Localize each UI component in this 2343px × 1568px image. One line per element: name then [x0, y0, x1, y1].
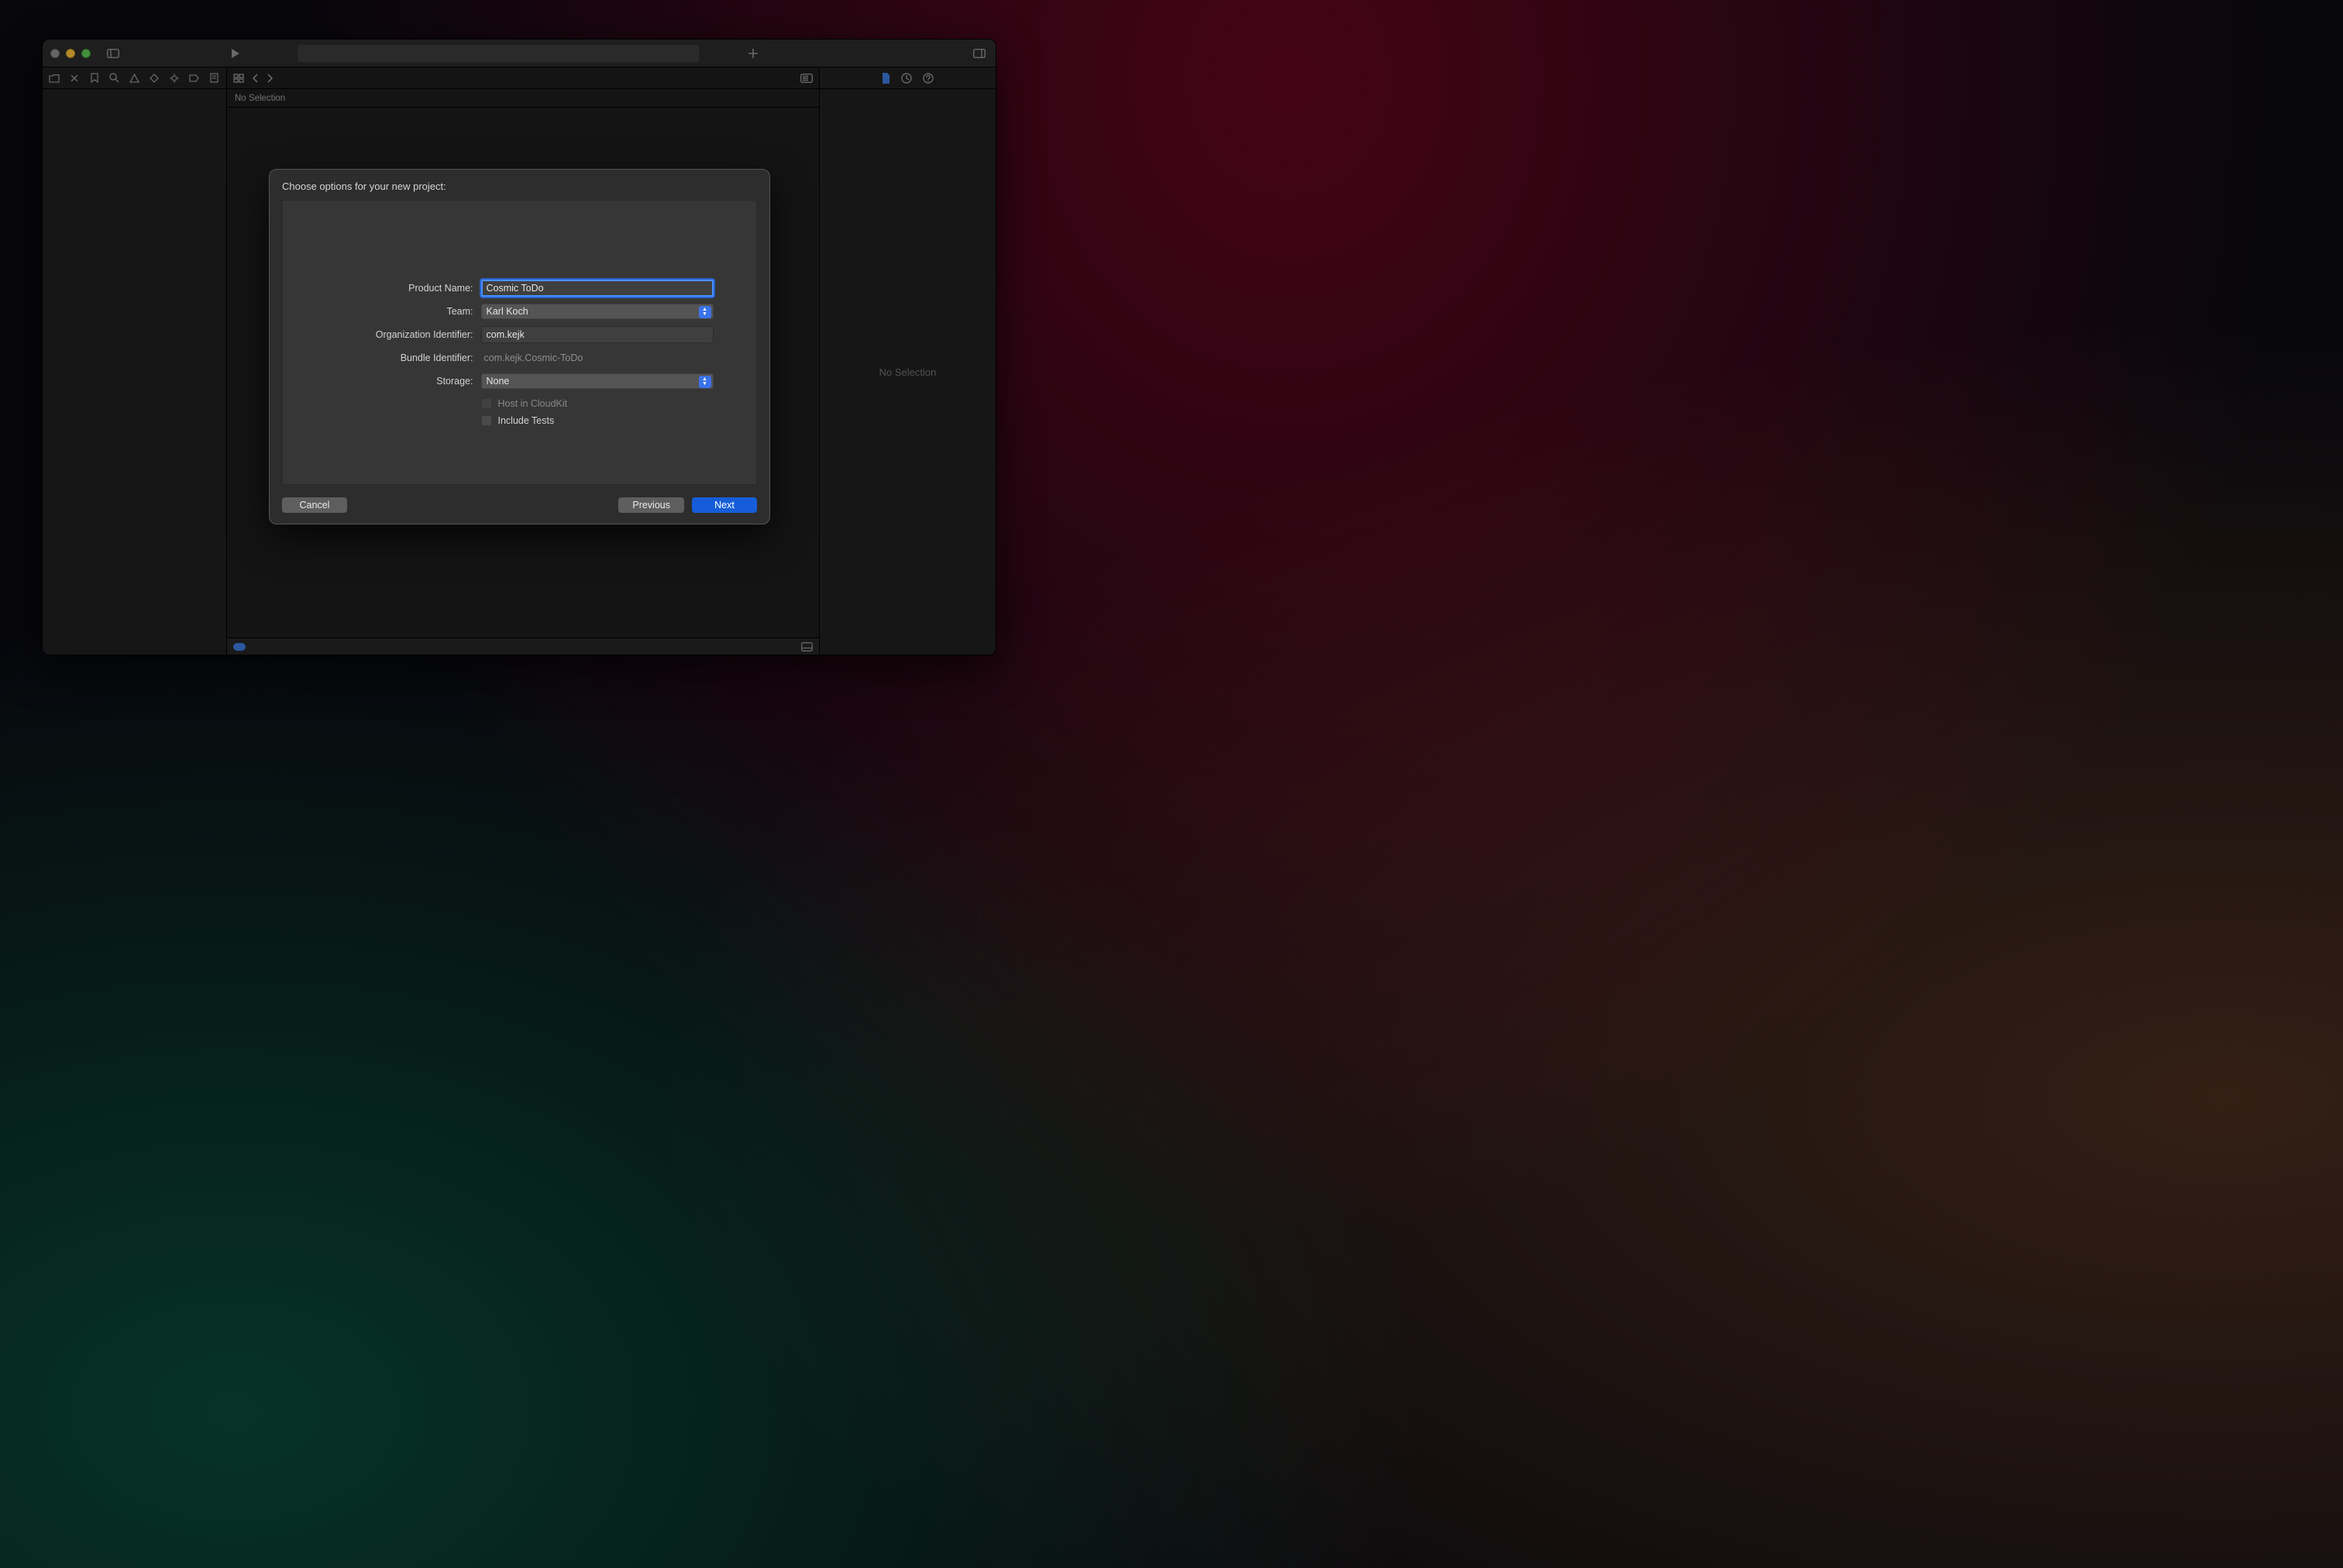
jump-bar[interactable]: No Selection [227, 89, 819, 108]
window-traffic-lights [50, 49, 91, 58]
filter-debug-icon[interactable] [233, 643, 246, 651]
team-popup-value: Karl Koch [487, 306, 528, 317]
inspector-empty-state: No Selection [820, 89, 996, 655]
product-name-field[interactable] [481, 280, 714, 297]
run-button-icon[interactable] [227, 45, 244, 62]
close-window-button[interactable] [50, 49, 60, 58]
next-button-label: Next [714, 500, 735, 511]
file-inspector-icon[interactable] [882, 73, 890, 84]
host-in-cloudkit-checkbox [481, 398, 492, 409]
source-control-navigator-icon[interactable] [69, 72, 81, 84]
include-tests-label: Include Tests [498, 415, 555, 426]
library-icon[interactable] [971, 45, 988, 62]
project-navigator-icon[interactable] [49, 72, 60, 84]
inspector-tabs [820, 67, 996, 89]
product-name-label: Product Name: [326, 283, 481, 294]
org-id-field[interactable] [481, 326, 714, 343]
history-inspector-icon[interactable] [901, 73, 912, 84]
cancel-button[interactable]: Cancel [282, 497, 347, 513]
sheet-title: Choose options for your new project: [282, 181, 757, 192]
bookmarks-navigator-icon[interactable] [89, 72, 101, 84]
host-in-cloudkit-label: Host in CloudKit [498, 398, 568, 409]
sheet-button-row: Cancel Previous Next [282, 485, 757, 513]
navigator-pane [43, 67, 227, 655]
debug-bar [227, 638, 819, 655]
toggle-navigator-icon[interactable] [105, 45, 122, 62]
zoom-window-button[interactable] [81, 49, 91, 58]
next-button[interactable]: Next [692, 497, 757, 513]
jump-bar-text: No Selection [235, 94, 285, 103]
org-id-label: Organization Identifier: [326, 329, 481, 340]
test-navigator-icon[interactable] [149, 72, 160, 84]
previous-button-label: Previous [632, 500, 670, 511]
cancel-button-label: Cancel [300, 500, 330, 511]
related-items-icon[interactable] [233, 74, 244, 83]
report-navigator-icon[interactable] [208, 72, 220, 84]
popup-arrows-icon: ▲▼ [699, 376, 711, 388]
inspector-pane: No Selection [819, 67, 996, 655]
sheet-body: Product Name: Team: Karl Koch ▲▼ Organiz… [282, 200, 757, 485]
go-back-icon[interactable] [252, 74, 259, 83]
storage-popup[interactable]: None ▲▼ [481, 373, 714, 389]
editor-tabbar [227, 67, 819, 89]
bundle-id-value: com.kejk.Cosmic-ToDo [481, 352, 714, 363]
storage-popup-value: None [487, 376, 510, 387]
issue-navigator-icon[interactable] [129, 72, 140, 84]
add-button-icon[interactable] [745, 45, 762, 62]
go-forward-icon[interactable] [267, 74, 274, 83]
debug-navigator-icon[interactable] [169, 72, 181, 84]
popup-arrows-icon: ▲▼ [699, 306, 711, 318]
toggle-debug-area-icon[interactable] [801, 642, 813, 652]
inspector-empty-text: No Selection [879, 366, 937, 378]
minimize-window-button[interactable] [66, 49, 75, 58]
storage-label: Storage: [326, 376, 481, 387]
previous-button[interactable]: Previous [618, 497, 684, 513]
new-project-options-sheet: Choose options for your new project: Pro… [269, 169, 770, 524]
titlebar [43, 40, 996, 67]
project-options-form: Product Name: Team: Karl Koch ▲▼ Organiz… [326, 278, 714, 430]
bundle-id-label: Bundle Identifier: [326, 352, 481, 363]
team-popup[interactable]: Karl Koch ▲▼ [481, 304, 714, 319]
include-tests-checkbox[interactable] [481, 415, 492, 426]
breakpoint-navigator-icon[interactable] [188, 72, 200, 84]
help-inspector-icon[interactable] [923, 73, 934, 84]
navigator-tabs [43, 67, 226, 89]
editor-options-icon[interactable] [800, 74, 813, 83]
team-label: Team: [326, 306, 481, 317]
activity-viewer[interactable] [297, 44, 700, 63]
find-navigator-icon[interactable] [108, 72, 120, 84]
